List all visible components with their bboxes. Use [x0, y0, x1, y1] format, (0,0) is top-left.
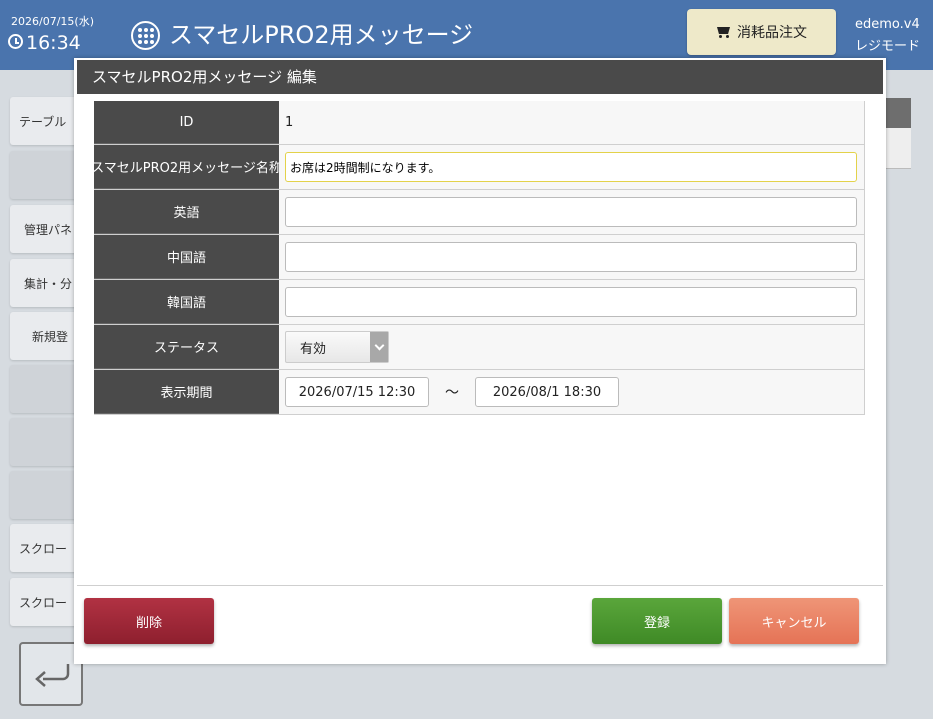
clock-icon — [8, 34, 23, 49]
app-title: スマセルPRO2用メッセージ — [169, 21, 474, 49]
form-row-status: ステータス 有効 — [94, 325, 865, 370]
chinese-input[interactable] — [285, 242, 857, 272]
edit-message-dialog: スマセルPRO2用メッセージ 編集 ID 1 スマセルPRO2用メッセージ名称 … — [74, 58, 886, 664]
return-arrow-icon — [35, 664, 70, 687]
current-date: 2026/07/15(水) — [11, 15, 94, 28]
user-name: edemo.v4 — [855, 17, 920, 32]
period-separator: ～ — [445, 385, 459, 401]
period-start-input[interactable]: 2026/07/15 12:30 — [285, 377, 429, 407]
dialog-title: スマセルPRO2用メッセージ 編集 — [77, 60, 883, 94]
right-panel-header — [885, 98, 911, 128]
form-row-chinese: 中国語 — [94, 235, 865, 280]
status-label: ステータス — [94, 325, 279, 369]
period-label: 表示期間 — [94, 370, 279, 414]
cart-icon — [716, 25, 732, 39]
mode-label: レジモード — [855, 39, 921, 54]
status-selected-value: 有効 — [300, 341, 327, 357]
current-time: 16:34 — [26, 32, 81, 54]
footer-divider — [77, 585, 883, 586]
id-label: ID — [94, 101, 279, 144]
id-value: 1 — [279, 101, 865, 144]
english-label: 英語 — [94, 190, 279, 234]
korean-label: 韓国語 — [94, 280, 279, 324]
form-row-english: 英語 — [94, 190, 865, 235]
form-row-name: スマセルPRO2用メッセージ名称 — [94, 145, 865, 190]
cancel-button[interactable]: キャンセル — [729, 598, 859, 644]
form-row-korean: 韓国語 — [94, 280, 865, 325]
period-end-input[interactable]: 2026/08/1 18:30 — [475, 377, 619, 407]
english-input[interactable] — [285, 197, 857, 227]
right-panel-item — [885, 128, 911, 169]
delete-button[interactable]: 削除 — [84, 598, 214, 644]
status-select[interactable]: 有効 — [285, 331, 389, 363]
supplies-order-label: 消耗品注文 — [737, 25, 807, 41]
korean-input[interactable] — [285, 287, 857, 317]
form-row-period: 表示期間 2026/07/15 12:30 ～ 2026/08/1 18:30 — [94, 370, 865, 415]
supplies-order-button[interactable]: 消耗品注文 — [687, 9, 836, 55]
message-form: ID 1 スマセルPRO2用メッセージ名称 英語 中国語 韓国語 ステータス 有… — [94, 101, 865, 415]
chevron-down-icon — [370, 332, 388, 362]
chinese-label: 中国語 — [94, 235, 279, 279]
form-row-id: ID 1 — [94, 101, 865, 145]
name-label: スマセルPRO2用メッセージ名称 — [94, 145, 279, 189]
app-menu-icon[interactable] — [131, 21, 160, 50]
register-button[interactable]: 登録 — [592, 598, 722, 644]
message-name-input[interactable] — [285, 152, 857, 182]
